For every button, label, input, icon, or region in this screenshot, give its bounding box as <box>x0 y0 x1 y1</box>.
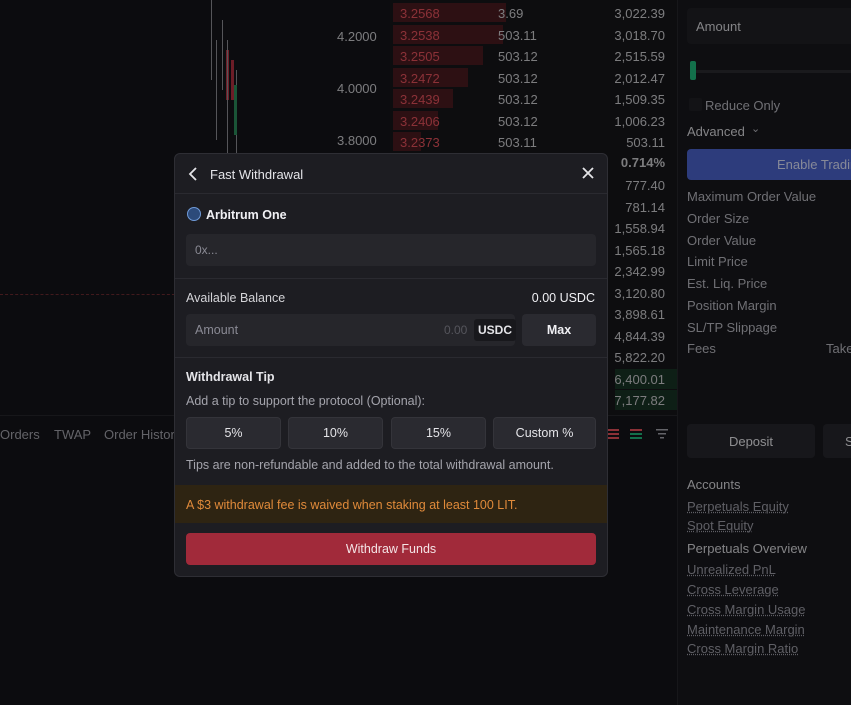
fee-warning-text: A $3 withdrawal fee is waived when staki… <box>186 498 518 512</box>
balance-value: 0.00 USDC <box>531 291 595 305</box>
tip-title: Withdrawal Tip <box>186 370 275 384</box>
tip-note: Tips are non-refundable and added to the… <box>186 458 554 472</box>
address-input[interactable] <box>186 234 596 266</box>
amount-value: 0.00 <box>444 323 468 337</box>
tip-15-button[interactable]: 15% <box>391 417 486 449</box>
max-button[interactable]: Max <box>522 314 596 346</box>
modal-title: Fast Withdrawal <box>210 167 304 182</box>
network-name: Arbitrum One <box>206 208 287 222</box>
back-arrow-icon[interactable] <box>186 165 202 183</box>
tip-description: Add a tip to support the protocol (Optio… <box>186 394 426 408</box>
fast-withdrawal-modal: Fast Withdrawal Arbitrum One Available B… <box>174 153 608 577</box>
close-icon[interactable] <box>578 163 598 183</box>
amount-placeholder: Amount <box>195 323 239 337</box>
fee-warning-banner: A $3 withdrawal fee is waived when staki… <box>175 485 607 523</box>
divider <box>175 357 607 358</box>
tip-10-button[interactable]: 10% <box>288 417 383 449</box>
balance-label: Available Balance <box>186 291 286 305</box>
divider <box>175 278 607 279</box>
modal-header: Fast Withdrawal <box>175 154 607 194</box>
amount-field[interactable]: Amount 0.00 USDC <box>186 314 516 346</box>
currency-badge: USDC <box>474 319 516 341</box>
arbitrum-icon <box>187 207 201 221</box>
tip-custom-button[interactable]: Custom % <box>493 417 596 449</box>
withdraw-funds-button[interactable]: Withdraw Funds <box>186 533 596 565</box>
tip-5-button[interactable]: 5% <box>186 417 281 449</box>
